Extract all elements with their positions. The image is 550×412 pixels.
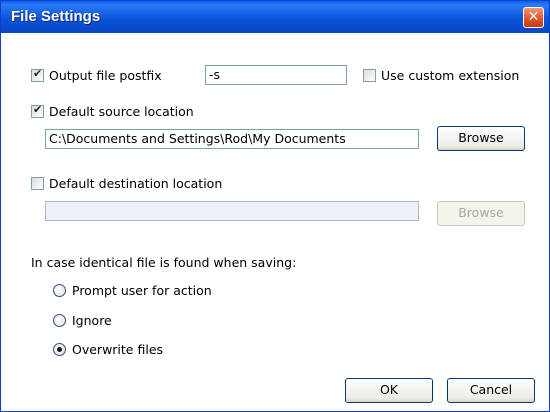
output-postfix-row: Output file postfix [31,67,162,83]
destination-location-row: Default destination location [31,176,222,191]
title-bar[interactable]: File Settings ✕ [1,1,549,33]
close-icon: ✕ [527,9,540,25]
custom-extension-checkbox[interactable] [363,69,376,82]
destination-location-input[interactable] [45,201,419,221]
dialog-title: File Settings [11,8,101,25]
custom-extension-label: Use custom extension [381,68,520,83]
custom-extension-row: Use custom extension [363,68,519,83]
close-button[interactable]: ✕ [523,7,544,28]
radio-option-prompt[interactable]: Prompt user for action [53,283,212,298]
ok-button[interactable]: OK [345,378,433,403]
radio-button[interactable] [53,343,66,356]
radio-button[interactable] [53,314,66,327]
source-location-row: Default source location [31,103,194,119]
output-postfix-label: Output file postfix [49,68,162,83]
file-settings-dialog: File Settings ✕ Output file postfix -s U… [0,0,550,412]
destination-location-checkbox[interactable] [31,177,44,190]
source-location-checkbox[interactable] [31,103,44,118]
source-location-label: Default source location [49,104,194,119]
radio-option-overwrite[interactable]: Overwrite files [53,342,163,357]
source-browse-button[interactable]: Browse [437,126,525,151]
radio-button[interactable] [53,284,66,297]
radio-label: Overwrite files [72,342,164,357]
destination-browse-button[interactable]: Browse [437,201,525,226]
dialog-content: Output file postfix -s Use custom extens… [1,33,549,411]
destination-location-label: Default destination location [49,176,223,191]
identical-file-prompt: In case identical file is found when sav… [31,255,297,270]
radio-option-ignore[interactable]: Ignore [53,313,112,328]
radio-label: Ignore [72,313,112,328]
output-postfix-input[interactable]: -s [205,65,347,85]
output-postfix-checkbox[interactable] [31,67,44,82]
source-location-input[interactable]: C:\Documents and Settings\Rod\My Documen… [45,129,419,149]
cancel-button[interactable]: Cancel [447,378,535,403]
radio-label: Prompt user for action [72,283,212,298]
